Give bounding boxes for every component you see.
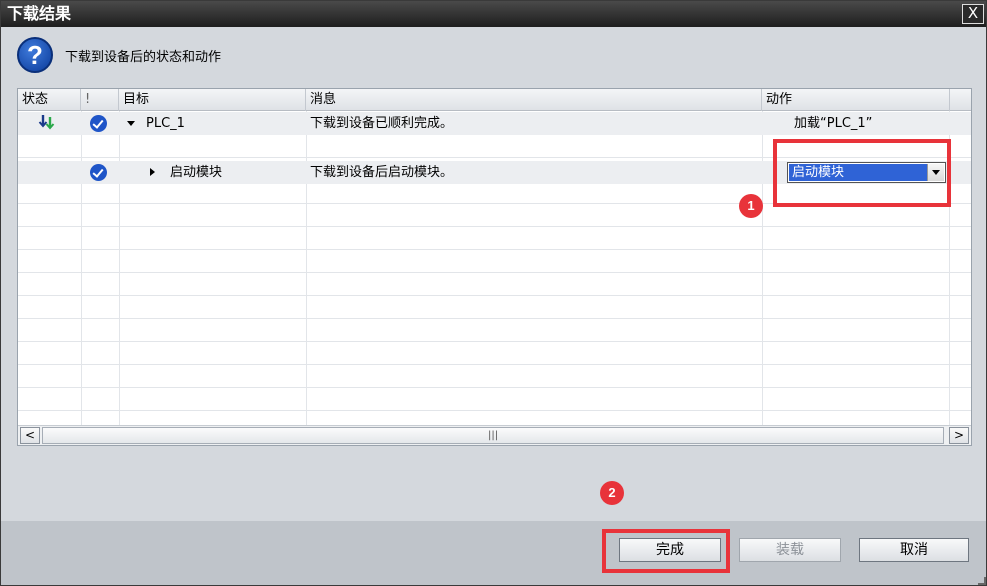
dialog-title: 下载结果 [7, 4, 72, 23]
scroll-left-button[interactable]: < [20, 427, 40, 444]
grid-divider [18, 226, 971, 227]
resize-grip-icon[interactable] [978, 577, 986, 585]
table-row[interactable]: PLC_1 下载到设备已顺利完成。 加载“PLC_1” [18, 112, 971, 135]
close-button[interactable]: X [962, 4, 984, 24]
scroll-right-button[interactable]: > [949, 427, 969, 444]
column-header-message[interactable]: 消息 [306, 89, 762, 111]
highlight-box-action [773, 139, 951, 207]
grip-icon: ||| [488, 430, 499, 441]
grid-divider [18, 249, 971, 250]
check-circle-icon [90, 164, 107, 181]
action-text: 加载“PLC_1” [794, 116, 873, 131]
column-header-status[interactable]: 状态 [18, 89, 81, 111]
grid-divider [18, 364, 971, 365]
cancel-button[interactable]: 取消 [859, 538, 969, 562]
expand-arrow-icon[interactable] [127, 121, 135, 126]
grid-divider [18, 387, 971, 388]
grid-divider [18, 295, 971, 296]
column-header-action[interactable]: 动作 [762, 89, 950, 111]
grid-divider [18, 341, 971, 342]
load-button: 装载 [739, 538, 841, 562]
download-results-dialog: 下载结果 X ? 下载到设备后的状态和动作 状态 ! 目标 消息 动作 PLC_… [0, 0, 987, 586]
column-header-target[interactable]: 目标 [119, 89, 306, 111]
horizontal-scrollbar[interactable]: < ||| > [18, 425, 971, 445]
grid-divider [18, 318, 971, 319]
target-name: PLC_1 [146, 116, 185, 131]
table-header: 状态 ! 目标 消息 动作 [18, 89, 971, 111]
annotation-badge-1: 1 [739, 194, 763, 218]
grid-divider [18, 410, 971, 411]
message-text: 下载到设备后启动模块。 [310, 165, 454, 180]
title-bar[interactable]: 下载结果 X [1, 1, 986, 27]
check-circle-icon [90, 115, 107, 132]
scroll-thumb[interactable]: ||| [42, 427, 944, 444]
header-text: 下载到设备后的状态和动作 [65, 50, 222, 65]
grid-divider [18, 272, 971, 273]
question-icon: ? [17, 37, 53, 73]
collapse-arrow-icon[interactable] [150, 168, 155, 176]
highlight-box-finish [602, 529, 730, 573]
message-text: 下载到设备已顺利完成。 [310, 116, 454, 131]
download-arrow-icon [38, 115, 55, 130]
annotation-badge-2: 2 [600, 481, 624, 505]
target-name: 启动模块 [170, 165, 223, 180]
column-header-alert[interactable]: ! [81, 89, 119, 111]
